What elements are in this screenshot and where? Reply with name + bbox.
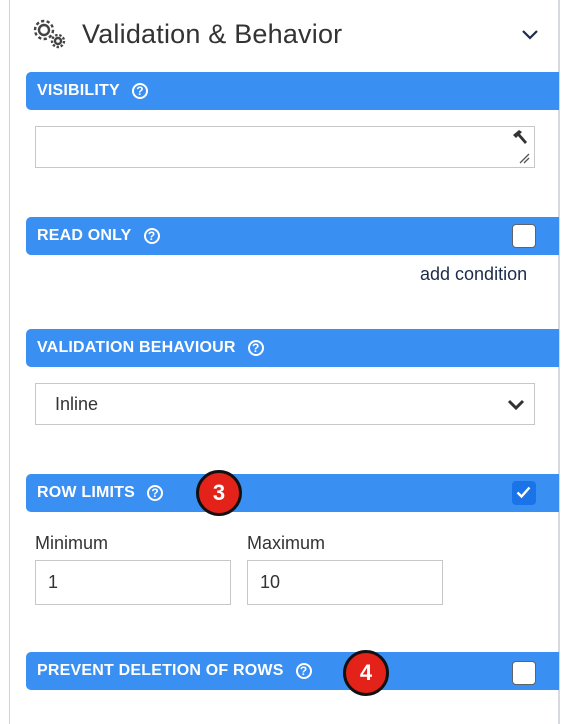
validation-behaviour-select[interactable]: Inline xyxy=(35,383,535,425)
read-only-bar: READ ONLY ? xyxy=(26,217,559,255)
gears-icon xyxy=(30,15,68,53)
prevent-deletion-checkbox[interactable] xyxy=(512,661,536,685)
maximum-label: Maximum xyxy=(247,533,326,553)
read-only-label: READ ONLY xyxy=(37,227,132,244)
panel-left-border xyxy=(9,0,10,724)
step-badge: 4 xyxy=(343,650,389,696)
visibility-bar: VISIBILITY ? xyxy=(26,72,559,110)
prevent-deletion-bar: PREVENT DELETION OF ROWS ? xyxy=(26,652,559,690)
step-badge: 3 xyxy=(196,470,242,516)
add-condition-link[interactable]: add condition xyxy=(420,264,527,285)
resize-grip-icon[interactable] xyxy=(518,152,530,164)
row-limits-label: ROW LIMITS xyxy=(37,484,135,501)
help-icon[interactable]: ? xyxy=(247,340,264,356)
visibility-expression-input[interactable] xyxy=(35,126,535,168)
hammer-icon[interactable] xyxy=(510,128,530,148)
minimum-input[interactable]: 1 xyxy=(35,560,231,605)
minimum-label: Minimum xyxy=(35,533,109,553)
help-icon[interactable]: ? xyxy=(146,485,163,501)
chevron-down-icon xyxy=(507,399,525,411)
row-limits-bar: ROW LIMITS ? xyxy=(26,474,559,512)
select-value: Inline xyxy=(55,393,99,414)
validation-behaviour-bar: VALIDATION BEHAVIOUR ? xyxy=(26,329,559,367)
chevron-down-icon[interactable] xyxy=(518,22,542,46)
read-only-checkbox[interactable] xyxy=(512,224,536,248)
help-icon[interactable]: ? xyxy=(131,83,148,99)
maximum-input[interactable]: 10 xyxy=(247,560,443,605)
prevent-deletion-label: PREVENT DELETION OF ROWS xyxy=(37,662,284,679)
help-icon[interactable]: ? xyxy=(295,663,312,679)
visibility-label: VISIBILITY xyxy=(37,82,120,99)
row-limits-checkbox[interactable] xyxy=(512,481,536,505)
section-header[interactable]: Validation & Behavior xyxy=(30,14,545,54)
help-icon[interactable]: ? xyxy=(143,228,160,244)
validation-behaviour-label: VALIDATION BEHAVIOUR xyxy=(37,339,236,356)
section-title: Validation & Behavior xyxy=(82,18,343,49)
